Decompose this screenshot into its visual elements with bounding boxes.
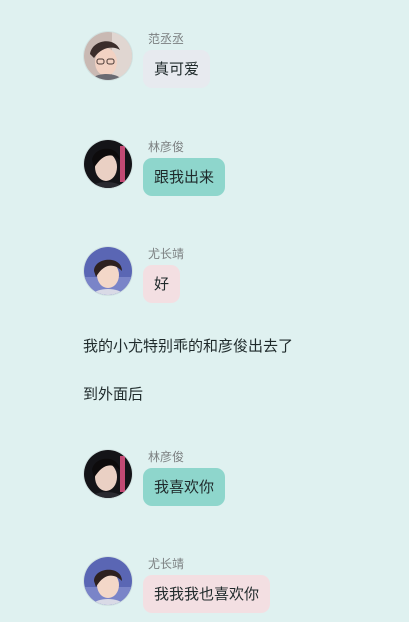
avatar[interactable] (84, 247, 132, 295)
chat-message: 林彦俊 跟我出来 (84, 140, 384, 202)
chat-message: 尤长靖 我我我也喜欢你 (84, 557, 384, 619)
chat-message: 尤长靖 好 (84, 247, 384, 309)
avatar[interactable] (84, 140, 132, 188)
narration-text: 到外面后 (83, 385, 144, 403)
avatar[interactable] (84, 450, 132, 498)
message-bubble[interactable]: 跟我出来 (143, 158, 226, 196)
avatar-portrait-icon (84, 140, 132, 188)
sender-name: 范丞丞 (148, 32, 185, 46)
sender-name: 林彦俊 (148, 140, 185, 154)
avatar-portrait-icon (84, 450, 132, 498)
sender-name: 林彦俊 (148, 450, 185, 464)
avatar[interactable] (84, 32, 132, 80)
narration-text: 我的小尤特别乖的和彦俊出去了 (83, 337, 294, 355)
message-bubble[interactable]: 好 (143, 265, 181, 303)
chat-message: 范丞丞 真可爱 (84, 32, 384, 94)
avatar-portrait-icon (84, 557, 132, 605)
chat-message: 林彦俊 我喜欢你 (84, 450, 384, 512)
avatar[interactable] (84, 557, 132, 605)
message-bubble[interactable]: 我我我也喜欢你 (143, 575, 271, 613)
message-bubble[interactable]: 我喜欢你 (143, 468, 226, 506)
avatar-portrait-icon (84, 32, 132, 80)
message-bubble[interactable]: 真可爱 (143, 50, 211, 88)
sender-name: 尤长靖 (148, 247, 185, 261)
avatar-portrait-icon (84, 247, 132, 295)
sender-name: 尤长靖 (148, 557, 185, 571)
